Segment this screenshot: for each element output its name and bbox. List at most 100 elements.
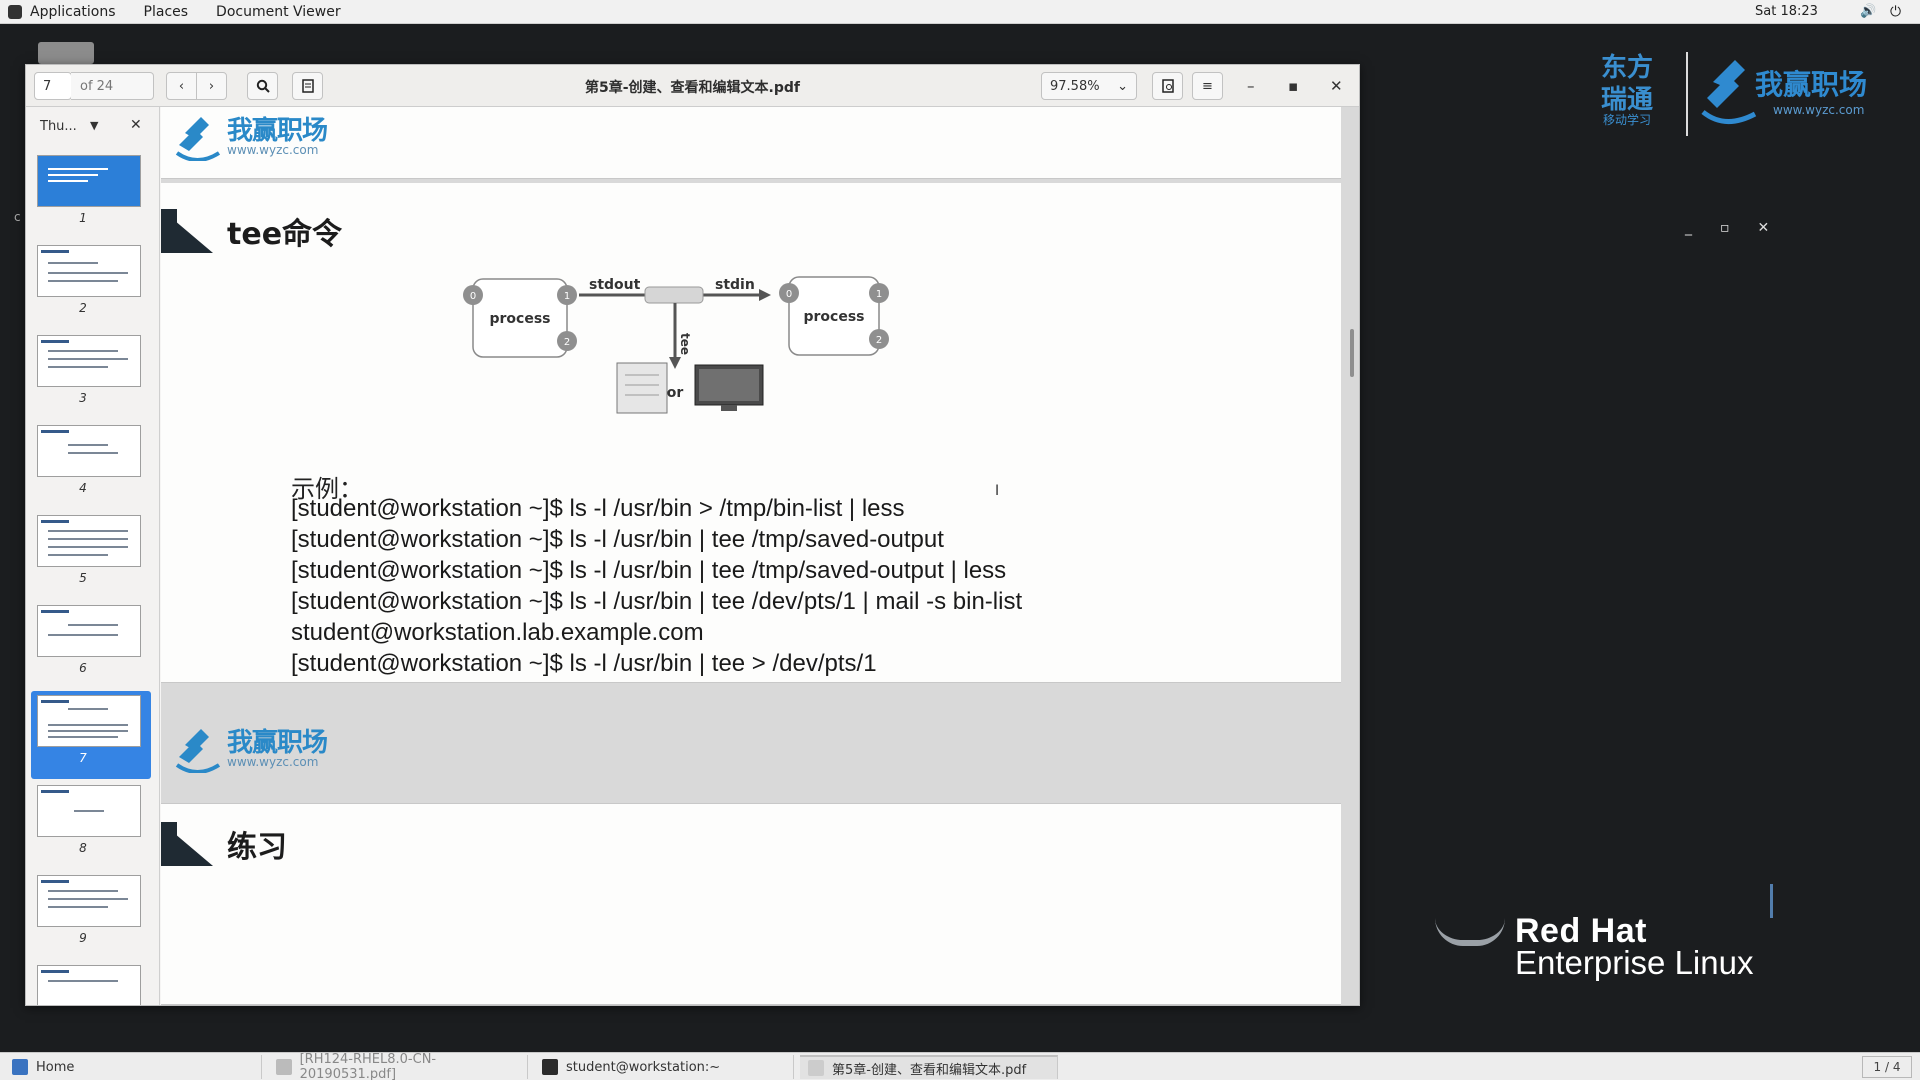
- desktop-edge-text: c: [14, 210, 21, 224]
- task-home-label: Home: [36, 1059, 75, 1075]
- page-footer-logo: 我赢职场 www.wyzc.com: [175, 725, 328, 773]
- next-heading: 练习: [161, 822, 287, 866]
- page-logo: 我赢职场 www.wyzc.com: [175, 113, 328, 161]
- thumbnail-image: [37, 965, 141, 1005]
- thumbnail-sidebar: Thu... ▼ ✕ 1 2 3 4 5 6 7 8 9: [26, 107, 160, 1005]
- task-terminal-label: student@workstation:~: [566, 1059, 721, 1075]
- thumbnail-image: [37, 785, 141, 837]
- task-pdf-rh124-label: [RH124-RHEL8.0-CN-20190531.pdf]: [299, 1052, 437, 1080]
- stdout-label: stdout: [589, 277, 641, 293]
- thumbnail-label: 7: [79, 751, 87, 765]
- close-sidebar-icon[interactable]: ✕: [130, 117, 142, 133]
- ghost-minimize-icon: _: [1685, 220, 1692, 236]
- desktop-brand: 东方 瑞通 移动学习 我赢职场 www.wyzc.com: [1595, 52, 1885, 142]
- task-pdf-chapter5-label: 第5章-创建、查看和编辑文本.pdf: [832, 1062, 1027, 1078]
- file-icon: [616, 362, 668, 414]
- task-pdf-chapter5[interactable]: 第5章-创建、查看和编辑文本.pdf: [800, 1055, 1058, 1079]
- thumbnail-page-3[interactable]: 3: [31, 331, 151, 419]
- thumbnail-image: [37, 875, 141, 927]
- thumbnail-page-10[interactable]: [31, 961, 151, 1005]
- pipe-arrowhead: [759, 289, 771, 301]
- sidebar-mode-select[interactable]: Thu...: [40, 119, 77, 134]
- thumbnail-page-2[interactable]: 2: [31, 241, 151, 329]
- app-menu[interactable]: Document Viewer: [216, 4, 341, 20]
- thumbnail-page-5[interactable]: 5: [31, 511, 151, 599]
- tee-branch-arrowhead: [669, 357, 681, 369]
- workspace-switcher[interactable]: 1 / 4: [1862, 1056, 1912, 1078]
- speaker-icon[interactable]: 🔊: [1860, 4, 1876, 19]
- command-line-5: student@workstation.lab.example.com: [291, 619, 704, 646]
- pdf-icon: [808, 1060, 824, 1076]
- task-terminal[interactable]: student@workstation:~: [534, 1055, 794, 1079]
- thumbnail-image: [37, 695, 141, 747]
- command-line-2: [student@workstation ~]$ ls -l /usr/bin …: [291, 526, 944, 553]
- brand-left-small: 移动学习: [1603, 112, 1651, 127]
- enterprise-linux-text: Enterprise Linux: [1515, 944, 1754, 981]
- slide-heading-text: tee命令: [227, 217, 343, 252]
- next-heading-text: 练习: [227, 830, 287, 865]
- thumbnail-page-6[interactable]: 6: [31, 601, 151, 689]
- thumbnail-label: 1: [79, 211, 87, 225]
- hamburger-icon: ≡: [1202, 78, 1213, 94]
- thumbnail-label: 2: [79, 301, 87, 315]
- thumbnail-page-1[interactable]: 1: [31, 151, 151, 239]
- document-view[interactable]: 我赢职场 www.wyzc.com tee命令 process 0 1 2 std…: [161, 107, 1359, 1005]
- chevron-down-icon[interactable]: ▼: [90, 119, 98, 132]
- or-label: or: [667, 385, 684, 401]
- zoom-value: 97.58%: [1050, 78, 1100, 94]
- thumbnail-page-4[interactable]: 4: [31, 421, 151, 509]
- left-process-label: process: [489, 311, 550, 327]
- terminal-icon: [542, 1059, 558, 1075]
- vertical-scrollbar[interactable]: [1350, 329, 1354, 377]
- document-viewer-window: 7 of 24 ‹ › 第5章-创建、查看和编辑文本.pdf 97.58% ⌄ …: [25, 64, 1360, 1006]
- brand-left-line1: 东方: [1601, 52, 1653, 83]
- command-line-4: [student@workstation ~]$ ls -l /usr/bin …: [291, 588, 1023, 615]
- applications-label: Applications: [30, 3, 116, 20]
- thumbnail-image: [37, 335, 141, 387]
- page-view-icon: [1161, 79, 1174, 93]
- desktop-folder-icon[interactable]: [38, 42, 94, 64]
- view-mode-button[interactable]: [1152, 72, 1183, 100]
- clock[interactable]: Sat 18:23: [1755, 4, 1818, 19]
- home-folder-icon: [12, 1059, 28, 1075]
- maximize-button[interactable]: ▪: [1288, 77, 1298, 95]
- thumbnail-page-8[interactable]: 8: [31, 781, 151, 869]
- zoom-select[interactable]: 97.58% ⌄: [1041, 72, 1137, 100]
- brand-right-cn: 我赢职场: [1755, 68, 1867, 101]
- brand-right-logo-mark: [1701, 60, 1757, 124]
- tee-label: tee: [678, 333, 692, 355]
- command-line-1: [student@workstation ~]$ ls -l /usr/bin …: [291, 495, 905, 522]
- brand-divider: [1686, 52, 1688, 136]
- brand-right-url: www.wyzc.com: [1773, 103, 1864, 117]
- places-menu[interactable]: Places: [144, 4, 189, 20]
- task-pdf-rh124[interactable]: [RH124-RHEL8.0-CN-20190531.pdf]: [268, 1052, 528, 1080]
- tee-junction: [644, 286, 704, 304]
- page-6-bottom: 我赢职场 www.wyzc.com: [161, 107, 1341, 179]
- thumbnail-page-7[interactable]: 7: [31, 691, 151, 779]
- thumbnail-page-9[interactable]: 9: [31, 871, 151, 959]
- thumbnail-label: 4: [79, 481, 87, 495]
- task-home[interactable]: Home: [4, 1055, 262, 1079]
- brand-left-line2: 瑞通: [1601, 85, 1653, 115]
- power-icon[interactable]: ⏻: [1890, 4, 1901, 20]
- desktop-brand-svg: 东方 瑞通 移动学习 我赢职场 www.wyzc.com: [1601, 52, 1867, 127]
- left-port-2-label: 2: [564, 337, 570, 348]
- desktop-mark: [1770, 884, 1773, 918]
- right-port-2-label: 2: [876, 335, 882, 346]
- ghost-maximize-icon: ▫: [1720, 220, 1730, 236]
- pdf-icon: [276, 1059, 292, 1075]
- close-button[interactable]: ✕: [1330, 77, 1343, 95]
- thumbnail-label: 6: [79, 661, 87, 675]
- header-bar: 7 of 24 ‹ › 第5章-创建、查看和编辑文本.pdf 97.58% ⌄ …: [26, 65, 1359, 107]
- thumbnail-image: [37, 245, 141, 297]
- logo-url-text: www.wyzc.com: [227, 755, 319, 769]
- thumbnail-image: [37, 515, 141, 567]
- minimize-button[interactable]: –: [1247, 77, 1255, 95]
- logo-cn-text: 我赢职场: [227, 116, 328, 146]
- thumbnail-image: [37, 425, 141, 477]
- thumbnail-label: 5: [79, 571, 87, 585]
- logo-url-text: www.wyzc.com: [227, 143, 319, 157]
- hamburger-menu-button[interactable]: ≡: [1192, 72, 1223, 100]
- applications-menu[interactable]: Applications: [8, 4, 116, 20]
- left-port-1-label: 1: [564, 291, 570, 302]
